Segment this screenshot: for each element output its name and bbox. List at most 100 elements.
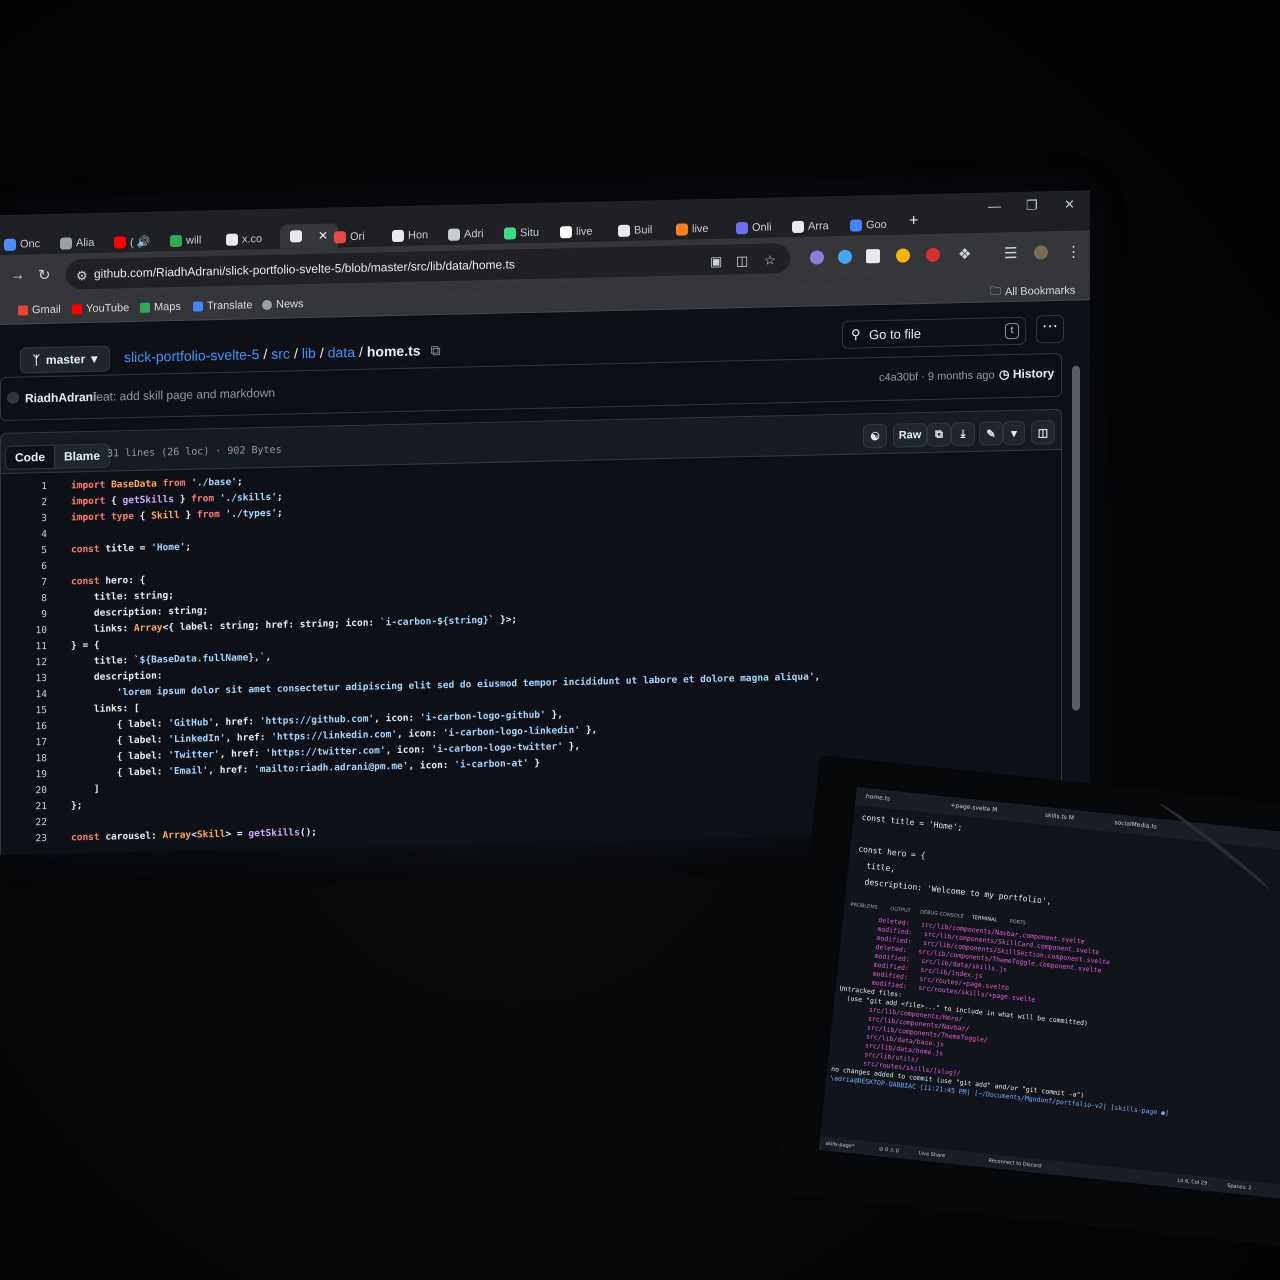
all-bookmarks-button[interactable]: 🗀 All Bookmarks [990,281,1075,302]
line-number[interactable]: 19 [25,769,47,780]
panel-tab[interactable]: TERMINAL [972,915,998,924]
forward-icon[interactable]: → [10,266,25,283]
copy-icon[interactable]: ⧉ [927,422,951,447]
browser-tab[interactable]: Buil [618,220,652,241]
line-number[interactable]: 8 [25,593,47,604]
status-item[interactable]: Reconnect to Discord [988,1158,1042,1170]
panel-tab[interactable]: OUTPUT [890,906,911,914]
line-number[interactable]: 18 [25,753,47,764]
browser-tab[interactable]: Ori [334,227,365,248]
edit-dropdown-icon[interactable]: ▾ [1003,420,1025,446]
extension-icon[interactable] [866,249,880,264]
branch-selector[interactable]: ᛉ master ▾ [20,345,110,374]
symbols-panel-icon[interactable]: ◫ [1031,420,1055,445]
minimize-button[interactable]: — [988,198,1001,213]
line-number[interactable]: 22 [25,817,47,828]
line-number[interactable]: 6 [25,561,47,572]
line-number[interactable]: 10 [25,625,47,636]
browser-tab[interactable]: Situ [504,223,539,244]
browser-tab[interactable]: x.co [226,229,262,250]
translate-icon[interactable]: ◫ [736,253,748,269]
line-number[interactable]: 7 [25,577,47,588]
panel-tab[interactable]: PROBLEMS [850,902,878,911]
panel-tab[interactable]: PORTS [1009,919,1026,927]
editor-tab[interactable]: socialMedia.ts [1114,819,1157,830]
line-number[interactable]: 13 [25,673,47,684]
status-item[interactable]: Ln 6, Col 29 [1177,1178,1207,1187]
line-number[interactable]: 9 [25,609,47,620]
ublock-icon[interactable] [926,247,940,262]
bookmark-maps[interactable]: Maps [140,301,181,314]
bookmark-youtube[interactable]: YouTube [72,302,129,315]
tab-code[interactable]: Code [6,445,55,469]
line-number[interactable]: 2 [25,497,47,508]
editor-tab[interactable]: skills.ts M [1045,812,1075,822]
status-item[interactable]: Live Share [919,1151,946,1160]
line-number[interactable]: 21 [25,801,47,812]
line-number[interactable]: 4 [25,529,47,540]
bookmark-news[interactable]: News [262,298,304,311]
panel-tab[interactable]: DEBUG CONSOLE [920,909,964,920]
status-item[interactable]: ⊘ 0 ⚠ 0 [879,1146,899,1154]
install-app-icon[interactable]: ▣ [710,254,722,270]
breadcrumb-repo[interactable]: slick-portfolio-svelte-5 [124,346,259,366]
line-number[interactable]: 16 [25,721,47,732]
extension-icon[interactable] [810,250,824,265]
browser-tab[interactable]: ( 🔊 [114,232,150,253]
terminal-output[interactable]: deleted: src/lib/components/Navbar.compo… [830,913,1186,1119]
browser-tab[interactable]: Onc [4,234,40,255]
copy-path-icon[interactable]: ⧉ [431,342,441,359]
edit-pencil-icon[interactable]: ✎ [979,421,1003,446]
line-number[interactable]: 3 [25,513,47,524]
go-to-file-input[interactable]: ⚲ Go to file t [842,316,1026,349]
line-number[interactable]: 17 [25,737,47,748]
breadcrumb-data[interactable]: data [328,344,355,362]
editor-tab[interactable]: +page.svelte M [950,802,998,814]
breadcrumb-lib[interactable]: lib [302,345,316,362]
line-number[interactable]: 20 [25,785,47,796]
browser-tab[interactable]: Goo [850,215,887,236]
raw-button[interactable]: Raw [893,422,927,448]
line-number[interactable]: 11 [25,641,47,652]
close-tab-icon[interactable]: ✕ [318,229,328,243]
commit-message[interactable]: feat: add skill page and markdown [93,386,275,404]
browser-tab[interactable]: Hon [392,225,428,246]
copilot-icon[interactable]: ☯ [863,423,887,449]
chrome-extension-icon[interactable] [896,248,910,263]
extensions-puzzle-icon[interactable]: ❖ [958,245,971,263]
line-number[interactable]: 1 [25,481,47,492]
page-scrollbar[interactable] [1072,365,1080,711]
browser-tab[interactable]: Arra [792,216,829,237]
status-item[interactable]: Spaces: 2 [1227,1183,1252,1192]
new-tab-button[interactable]: + [909,212,918,230]
browser-tab[interactable]: Onli [736,217,772,238]
close-window-button[interactable]: ✕ [1064,197,1075,213]
download-icon[interactable]: ⤓ [951,421,975,447]
commit-meta[interactable]: c4a30bf · 9 months ago [879,369,995,384]
line-number[interactable]: 5 [25,545,47,556]
history-button[interactable]: ◷ History [999,366,1054,381]
menu-kebab-icon[interactable]: ⋮ [1066,242,1081,260]
line-number[interactable]: 15 [25,705,47,716]
reload-icon[interactable]: ↻ [38,266,51,284]
tab-blame[interactable]: Blame [55,444,110,468]
more-options-button[interactable]: ⋯ [1036,314,1064,344]
site-info-icon[interactable]: ⚙ [76,268,88,284]
browser-tab[interactable]: Alia [60,233,94,254]
browser-tab[interactable]: live [676,219,709,240]
line-number[interactable]: 14 [25,689,47,700]
profile-avatar[interactable] [1034,245,1048,260]
line-number[interactable]: 12 [25,657,47,668]
extension-icon[interactable] [838,249,852,264]
browser-tab[interactable]: Adri [448,224,484,245]
browser-tab[interactable]: ✕ [280,223,339,249]
commit-author[interactable]: RiadhAdrani [25,390,96,406]
maximize-button[interactable]: ❐ [1026,197,1038,213]
media-icon[interactable]: ☰ [1004,244,1017,262]
bookmark-gmail[interactable]: Gmail [18,304,61,317]
browser-tab[interactable]: live [560,222,593,243]
star-bookmark-icon[interactable]: ☆ [764,252,776,268]
browser-tab[interactable]: will [170,230,201,251]
editor-tab[interactable]: home.ts [866,793,891,803]
bookmark-translate[interactable]: Translate [193,299,252,312]
